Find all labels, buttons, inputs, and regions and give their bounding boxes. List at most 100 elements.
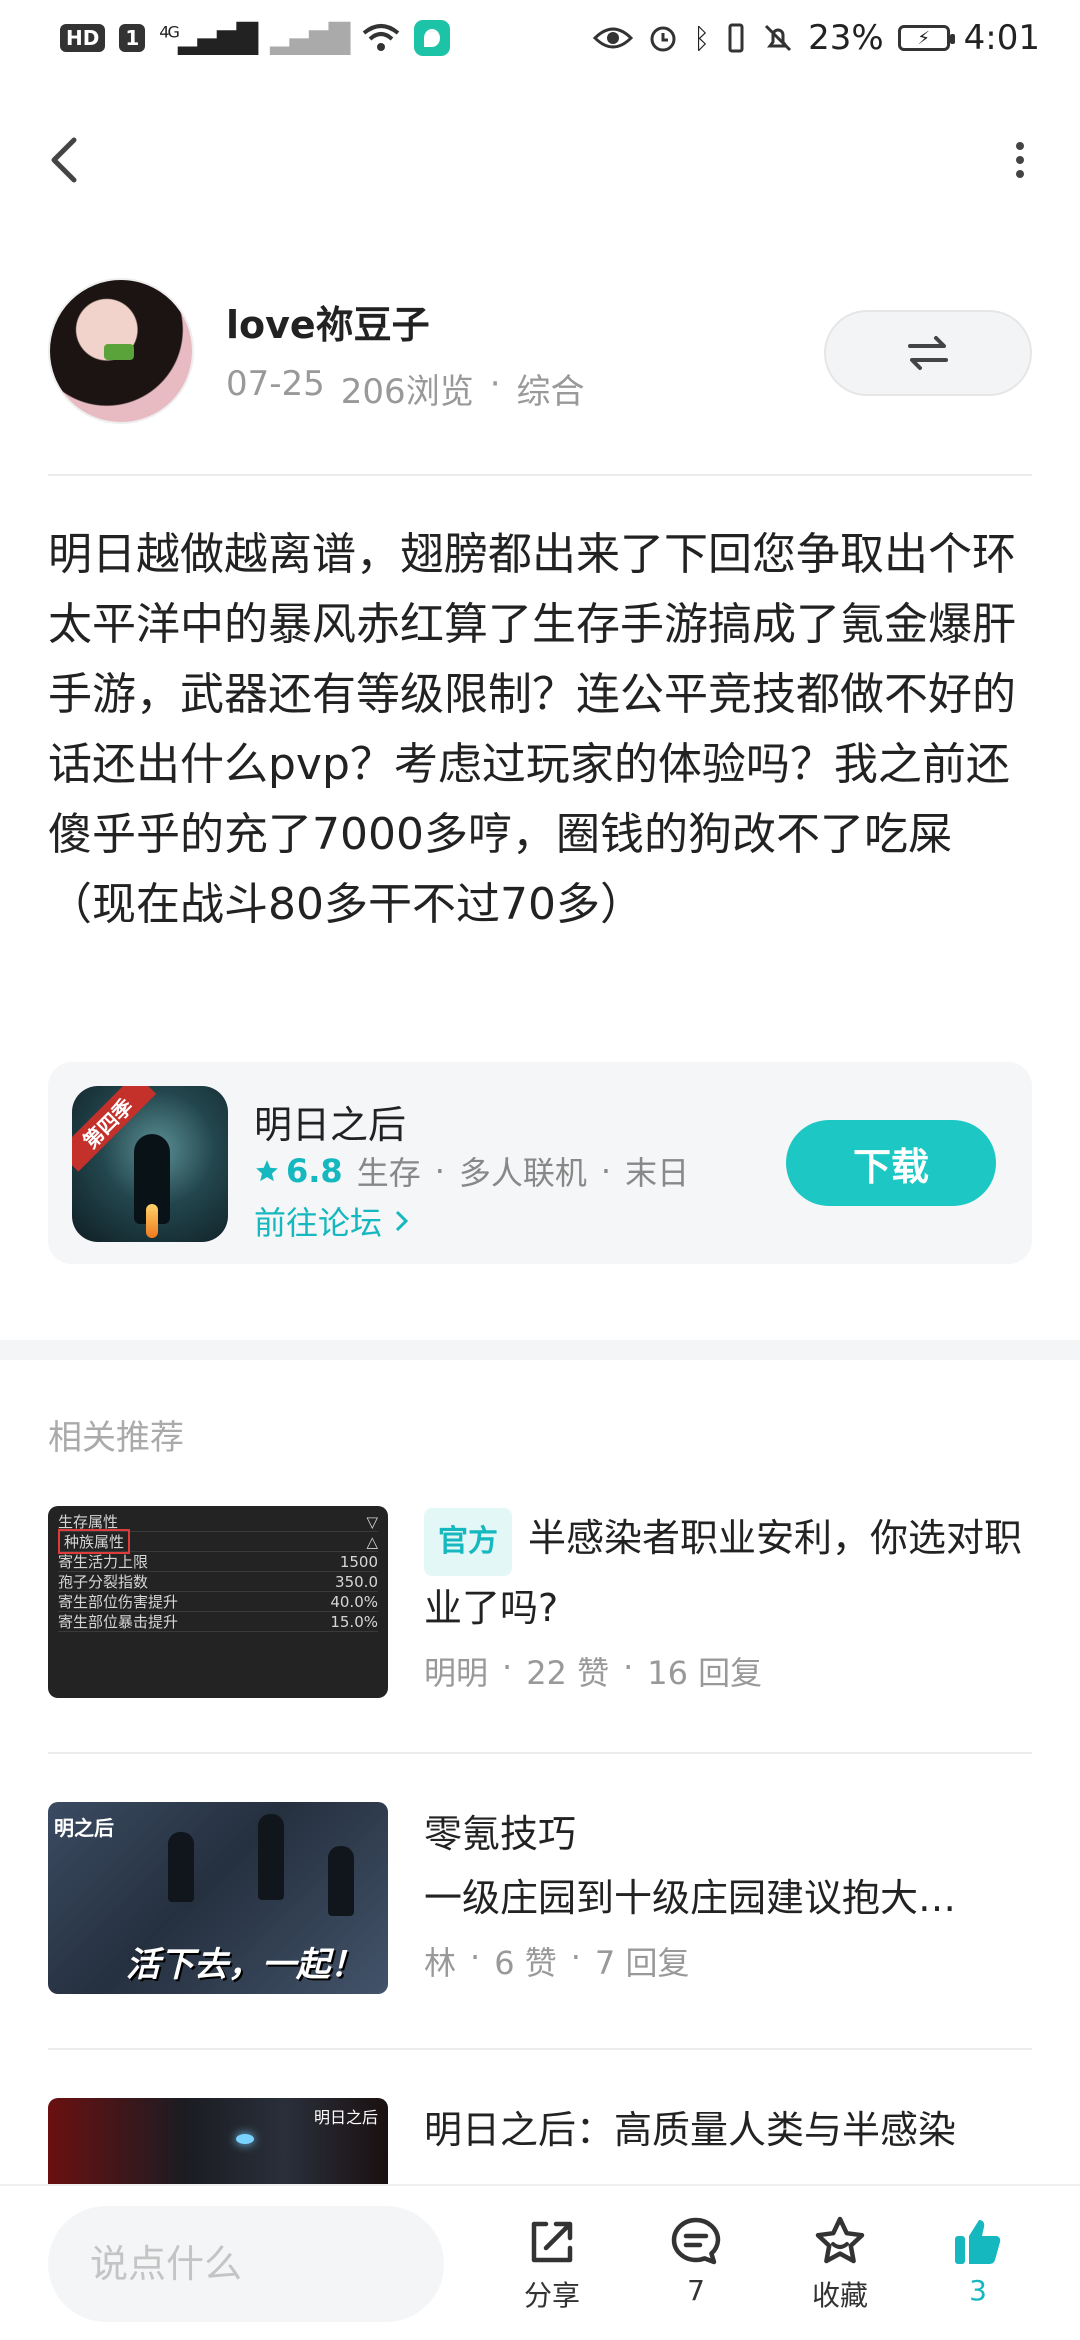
thumb-glowing-eye	[236, 2134, 254, 2144]
app-notification-icon	[414, 20, 451, 56]
thumb-highlight-row: 种族属性 △	[58, 1529, 378, 1554]
related-author: 林	[424, 1944, 457, 1982]
thumb-logo: 明日之后	[313, 2108, 378, 2127]
sim-badge: 1	[119, 24, 146, 52]
top-nav	[0, 120, 1080, 200]
status-bar: HD 1 4G▂▄▆█ ▂▄▆█ ᛒ 23% ⚡ 4:01	[0, 0, 1080, 76]
mute-icon	[765, 24, 792, 52]
favorite-button[interactable]: 收藏	[780, 2214, 900, 2334]
share-label: 分享	[523, 2279, 580, 2312]
tag-separator: ·	[600, 1152, 612, 1190]
related-item[interactable]: 明日之后 明日之后：高质量人类与半感染	[48, 2098, 1032, 2184]
vibrate-icon	[728, 23, 744, 53]
related-text: 官方 半感染者职业安利，你选对职业了吗? 明明 · 22 赞 · 16 回复	[424, 1506, 1032, 1694]
clock: 4:01	[963, 18, 1040, 58]
like-button[interactable]: 3	[918, 2214, 1038, 2334]
alarm-icon	[650, 26, 676, 52]
comment-input[interactable]	[48, 2206, 444, 2322]
thumb-stat-row: 寄生活力上限 1500	[58, 1552, 378, 1572]
bottom-action-bar: 分享 7 收藏 3	[0, 2184, 1080, 2340]
more-options-button[interactable]	[1000, 130, 1040, 190]
thumbs-up-icon	[955, 2220, 1001, 2264]
swap-arrows-icon	[908, 336, 948, 370]
status-left: HD 1 4G▂▄▆█ ▂▄▆█	[60, 20, 451, 56]
thumb-stat-row: 寄生部位伤害提升 40.0%	[58, 1592, 378, 1612]
like-count: 3	[969, 2274, 987, 2307]
related-section-title: 相关推荐	[48, 1418, 184, 1458]
meta-separator: ·	[489, 364, 501, 404]
forum-link[interactable]: 前往论坛	[254, 1198, 412, 1244]
author-header: love祢豆子 07-25 206浏览 · 综合	[48, 278, 1032, 428]
thumb-stat-row: 寄生部位暴击提升 15.0%	[58, 1612, 378, 1632]
star-outline-icon	[815, 2216, 865, 2264]
related-likes: 6 赞	[494, 1944, 557, 1982]
comment-bubble-icon	[671, 2217, 721, 2265]
divider	[48, 474, 1032, 476]
thumb-stat-row: 孢子分裂指数 350.0	[58, 1572, 378, 1592]
more-vertical-icon	[1016, 142, 1024, 178]
signal-icon: ▂▄▆█	[269, 21, 350, 55]
related-subtitle: 一级庄园到十级庄园建议抱大…	[424, 1876, 957, 1920]
post-content: 明日越做越离谱，翅膀都出来了下回您争取出个环太平洋中的暴风赤红算了生存手游搞成了…	[48, 529, 1016, 930]
chevron-left-icon	[51, 137, 77, 183]
avatar[interactable]	[48, 278, 194, 424]
author-name[interactable]: love祢豆子	[226, 294, 430, 349]
related-thumbnail: 明之后 活下去，一起！	[48, 1802, 388, 1994]
battery-icon: ⚡	[897, 25, 955, 51]
related-item[interactable]: 生存属性 ▽ 种族属性 △ 寄生活力上限 1500 孢子分裂指数 350.0 寄生部位伤…	[48, 1506, 1032, 1706]
official-badge: 官方	[424, 1508, 512, 1576]
network-type: 4G▂▄▆█	[159, 21, 258, 55]
game-tag: 生存	[356, 1154, 421, 1192]
related-meta: 林 · 6 赞 · 7 回复	[424, 1938, 690, 1982]
tag-separator: ·	[434, 1152, 445, 1190]
game-icon[interactable]: 第四季	[72, 1086, 228, 1242]
download-button[interactable]: 下载	[786, 1120, 996, 1206]
view-count: 206浏览	[340, 372, 474, 412]
comment-count: 7	[687, 2274, 705, 2307]
swap-button[interactable]	[824, 310, 1032, 396]
game-card[interactable]: 第四季 明日之后 6.8 生存 · 多人联机 · 末日 前往论坛 下载	[48, 1062, 1032, 1264]
game-tag: 末日	[625, 1154, 690, 1192]
related-item[interactable]: 明之后 活下去，一起！ 零氪技巧 一级庄园到十级庄园建议抱大… 林 · 6 赞 · …	[48, 1802, 1032, 2002]
game-tags: 6.8 生存 · 多人联机 · 末日	[254, 1148, 689, 1194]
related-meta: 明明 · 22 赞 · 16 回复	[424, 1648, 763, 1692]
related-author: 明明	[424, 1654, 489, 1692]
related-title: 零氪技巧	[424, 1812, 577, 1856]
share-button[interactable]: 分享	[492, 2214, 612, 2334]
bluetooth-icon: ᛒ	[693, 21, 711, 55]
divider	[48, 2048, 1032, 2050]
favorite-label: 收藏	[811, 2279, 868, 2312]
rating-value: 6.8	[286, 1152, 343, 1190]
related-thumbnail: 明日之后	[48, 2098, 388, 2184]
thumb-slogan: 活下去，一起！	[126, 1945, 364, 1985]
section-gap	[0, 1340, 1080, 1360]
comment-button[interactable]: 7	[636, 2214, 756, 2334]
related-replies: 7 回复	[594, 1944, 690, 1982]
thumb-logo: 明之后	[54, 1816, 114, 1840]
game-icon-flare	[146, 1204, 158, 1238]
back-button[interactable]	[40, 130, 100, 190]
related-title: 官方 半感染者职业安利，你选对职业了吗?	[424, 1506, 1032, 1640]
forum-link-label: 前往论坛	[254, 1204, 383, 1242]
related-title: 明日之后：高质量人类与半感染	[424, 2108, 957, 2152]
hd-badge: HD	[60, 24, 106, 52]
game-tag: 多人联机	[458, 1154, 587, 1192]
post-category[interactable]: 综合	[517, 364, 585, 413]
related-text: 零氪技巧 一级庄园到十级庄园建议抱大… 林 · 6 赞 · 7 回复	[424, 1802, 1032, 1984]
post-meta: 07-25 206浏览 · 综合	[226, 364, 585, 413]
status-right: ᛒ 23% ⚡ 4:01	[593, 18, 1040, 58]
battery-percent: 23%	[808, 18, 884, 58]
eye-icon	[593, 27, 634, 49]
wifi-icon	[362, 24, 400, 51]
related-text: 明日之后：高质量人类与半感染	[424, 2098, 1032, 2162]
related-thumbnail: 生存属性 ▽ 种族属性 △ 寄生活力上限 1500 孢子分裂指数 350.0 寄生部位伤…	[48, 1506, 388, 1698]
divider	[48, 1752, 1032, 1754]
related-replies: 16 回复	[647, 1654, 763, 1692]
game-rating: 6.8	[254, 1152, 343, 1190]
share-icon	[531, 2221, 573, 2263]
related-likes: 22 赞	[526, 1654, 610, 1692]
star-icon	[256, 1160, 278, 1182]
chevron-right-icon	[396, 1210, 409, 1232]
post-date: 07-25	[226, 364, 325, 404]
game-title[interactable]: 明日之后	[254, 1094, 406, 1149]
